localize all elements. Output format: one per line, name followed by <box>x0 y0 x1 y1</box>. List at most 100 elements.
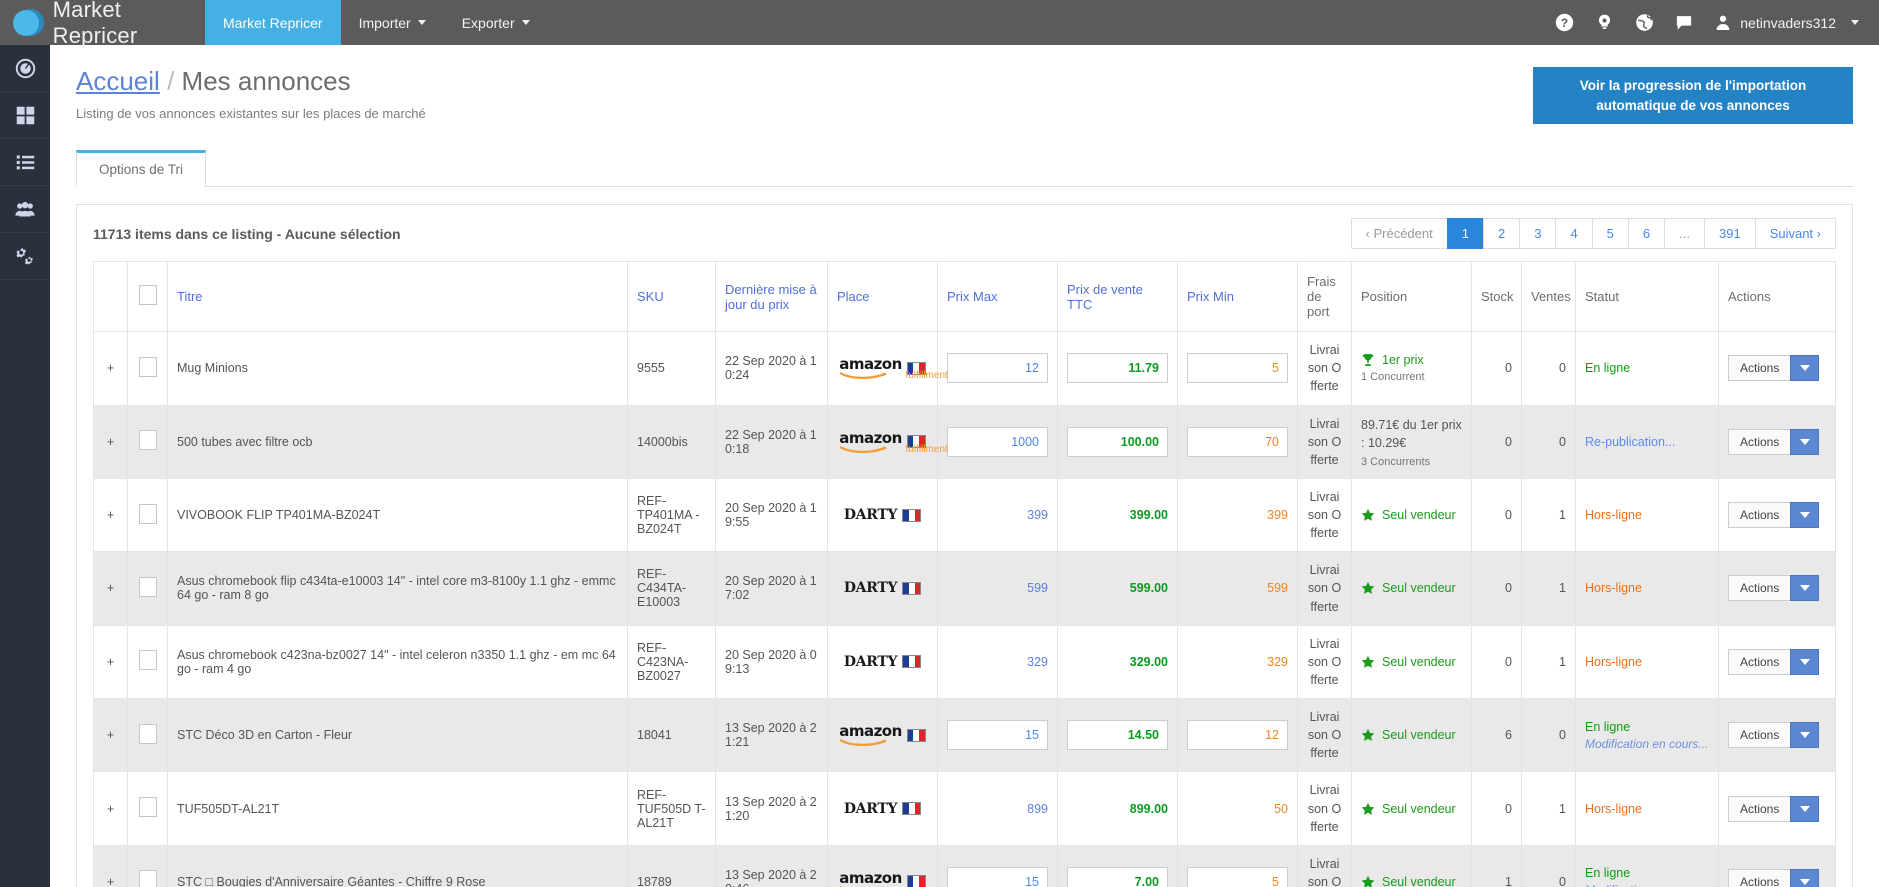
user-menu[interactable]: netinvaders312 <box>1704 13 1865 32</box>
pagination-page-4[interactable]: 4 <box>1555 218 1592 250</box>
prix-vente-input[interactable] <box>1067 353 1168 384</box>
row-expand-button[interactable]: + <box>93 477 128 553</box>
select-all-checkbox[interactable] <box>138 285 157 306</box>
row-expand-button[interactable]: + <box>93 771 128 846</box>
actions-button[interactable]: Actions <box>1728 795 1791 822</box>
row-expand-button[interactable]: + <box>93 624 128 700</box>
row-expand-button[interactable]: + <box>93 697 128 773</box>
globe-icon[interactable] <box>1624 0 1664 45</box>
header-prix-max[interactable]: Prix Max <box>937 261 1058 333</box>
actions-button[interactable]: Actions <box>1728 428 1791 455</box>
header-select-all[interactable] <box>127 261 168 333</box>
pagination-page-5[interactable]: 5 <box>1591 218 1628 250</box>
actions-dropdown-toggle[interactable] <box>1790 648 1820 675</box>
cell-prix-max[interactable] <box>937 844 1058 887</box>
prix-min-input[interactable] <box>1187 866 1288 887</box>
actions-button[interactable]: Actions <box>1728 722 1791 749</box>
cell-prix-vente[interactable] <box>1057 404 1178 479</box>
actions-dropdown-toggle[interactable] <box>1790 722 1820 749</box>
row-checkbox[interactable] <box>138 576 157 597</box>
nav-item-exporter[interactable]: Exporter <box>444 0 548 45</box>
prix-max-input[interactable] <box>947 353 1048 384</box>
actions-button[interactable]: Actions <box>1728 648 1791 675</box>
actions-button[interactable]: Actions <box>1728 355 1791 382</box>
actions-dropdown-toggle[interactable] <box>1790 795 1820 822</box>
header-sku[interactable]: SKU <box>627 261 716 333</box>
cell-prix-max[interactable] <box>937 697 1058 773</box>
chat-icon[interactable] <box>1664 0 1704 45</box>
brand[interactable]: Market Repricer <box>0 0 205 48</box>
cell-prix-min[interactable] <box>1177 697 1298 773</box>
cell-prix-vente[interactable] <box>1057 331 1178 406</box>
row-checkbox[interactable] <box>138 430 157 451</box>
help-icon[interactable]: ? <box>1544 0 1584 45</box>
row-select-cell[interactable] <box>127 624 168 700</box>
actions-button[interactable]: Actions <box>1728 575 1791 602</box>
row-select-cell[interactable] <box>127 404 168 479</box>
row-select-cell[interactable] <box>127 697 168 773</box>
header-place[interactable]: Place <box>827 261 938 333</box>
sidebar-item-dashboard[interactable] <box>0 45 50 92</box>
pagination-page-1[interactable]: 1 <box>1446 218 1483 250</box>
pagination-page-391[interactable]: 391 <box>1703 218 1755 250</box>
table-row[interactable]: + VIVOBOOK FLIP TP401MA-BZ024T REF-TP401MA… <box>93 477 1836 553</box>
sidebar-item-users[interactable] <box>0 186 50 233</box>
pagination-previous[interactable]: ‹ Précédent <box>1350 218 1447 250</box>
actions-dropdown-toggle[interactable] <box>1790 575 1820 602</box>
cell-prix-min[interactable] <box>1177 404 1298 479</box>
row-checkbox[interactable] <box>138 870 157 887</box>
nav-item-importer[interactable]: Importer <box>341 0 444 45</box>
actions-dropdown-toggle[interactable] <box>1790 355 1820 382</box>
breadcrumb-link-accueil[interactable]: Accueil <box>76 66 160 96</box>
table-row[interactable]: + Mug Minions 9555 22 Sep 2020 à 1 0:24 amaz… <box>93 331 1836 406</box>
row-select-cell[interactable] <box>127 771 168 846</box>
row-select-cell[interactable] <box>127 844 168 887</box>
table-row[interactable]: + Asus chromebook c423na-bz0027 14" - int… <box>93 624 1836 700</box>
prix-max-input[interactable] <box>947 426 1048 457</box>
pagination-page-3[interactable]: 3 <box>1519 218 1556 250</box>
row-checkbox[interactable] <box>138 503 157 524</box>
import-progress-button[interactable]: Voir la progression de l'importation aut… <box>1533 67 1853 125</box>
cell-prix-vente[interactable] <box>1057 844 1178 887</box>
header-prix-min[interactable]: Prix Min <box>1177 261 1298 333</box>
row-expand-button[interactable]: + <box>93 844 128 887</box>
actions-dropdown-toggle[interactable] <box>1790 502 1820 529</box>
table-row[interactable]: + Asus chromebook flip c434ta-e10003 14" … <box>93 551 1836 626</box>
prix-vente-input[interactable] <box>1067 866 1168 887</box>
row-checkbox[interactable] <box>138 797 157 818</box>
row-select-cell[interactable] <box>127 477 168 553</box>
header-titre[interactable]: Titre <box>167 261 628 333</box>
cell-prix-max[interactable] <box>937 331 1058 406</box>
table-row[interactable]: +500 tubes avec filtre ocb 14000bis 22 Sep… <box>93 404 1836 479</box>
actions-dropdown-toggle[interactable] <box>1790 868 1820 887</box>
prix-min-input[interactable] <box>1187 353 1288 384</box>
prix-max-input[interactable] <box>947 720 1048 751</box>
row-select-cell[interactable] <box>127 551 168 626</box>
pagination-next[interactable]: Suivant › <box>1754 218 1836 250</box>
cell-prix-min[interactable] <box>1177 331 1298 406</box>
header-prix-vente[interactable]: Prix de vente TTC <box>1057 261 1178 333</box>
table-row[interactable]: + STC Déco 3D en Carton - Fleur 18041 13 Se… <box>93 697 1836 773</box>
header-derniere-maj[interactable]: Dernière mise à jour du prix <box>715 261 828 333</box>
pagination-page-6[interactable]: 6 <box>1627 218 1665 250</box>
prix-max-input[interactable] <box>947 866 1048 887</box>
sidebar-item-list[interactable] <box>0 139 50 186</box>
prix-vente-input[interactable] <box>1067 720 1168 751</box>
cell-prix-min[interactable] <box>1177 844 1298 887</box>
row-select-cell[interactable] <box>127 331 168 406</box>
prix-vente-input[interactable] <box>1067 426 1168 457</box>
sidebar-item-grid[interactable] <box>0 92 50 139</box>
actions-dropdown-toggle[interactable] <box>1790 428 1820 455</box>
row-expand-button[interactable]: + <box>93 551 128 626</box>
actions-button[interactable]: Actions <box>1728 868 1791 887</box>
table-row[interactable]: + TUF505DT-AL21T REF-TUF505D T-AL21T 13 Sep… <box>93 771 1836 846</box>
lightbulb-icon[interactable] <box>1584 0 1624 45</box>
row-expand-button[interactable]: + <box>93 404 128 479</box>
actions-button[interactable]: Actions <box>1728 502 1791 529</box>
table-row[interactable]: + STC □ Bougies d'Anniversaire Géantes - … <box>93 844 1836 887</box>
row-checkbox[interactable] <box>138 356 157 377</box>
nav-item-market-repricer[interactable]: Market Repricer <box>205 0 341 45</box>
cell-prix-vente[interactable] <box>1057 697 1178 773</box>
row-checkbox[interactable] <box>138 650 157 671</box>
sidebar-item-settings[interactable] <box>0 233 50 280</box>
